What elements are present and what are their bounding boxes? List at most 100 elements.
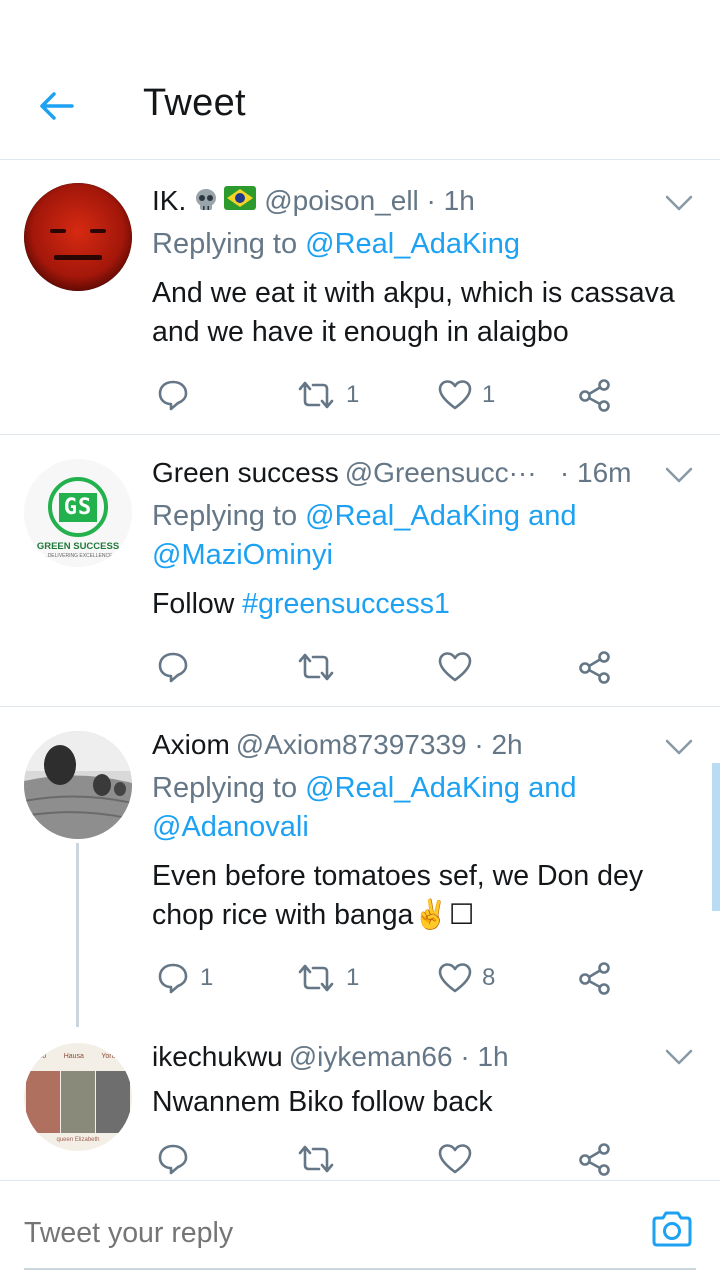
display-name[interactable]: Green success: [152, 457, 339, 488]
mention-link[interactable]: @Real_AdaKing: [305, 500, 520, 532]
like-button[interactable]: [438, 1139, 482, 1179]
skull-emoji: [196, 189, 217, 210]
share-icon: [579, 1143, 610, 1176]
tweet-actions: 1 1: [152, 375, 622, 415]
scrollbar[interactable]: [712, 763, 720, 911]
share-button[interactable]: [578, 375, 612, 415]
retweet-icon: [298, 1145, 334, 1173]
display-name[interactable]: IK.: [152, 185, 186, 216]
display-name[interactable]: Axiom: [152, 729, 230, 760]
tweet-item[interactable]: Axiom @Axiom87397339 · 2h Replying to @Re…: [0, 707, 720, 1027]
like-count: 8: [482, 964, 496, 991]
logo-initials: GS: [58, 492, 98, 522]
tweet-actions: [152, 1139, 622, 1179]
tweet-item[interactable]: Igbo Hausa Yoruba queen Elizabeth ikechu…: [0, 1027, 720, 1180]
mention-link[interactable]: @Adanovali: [152, 811, 309, 843]
avatar-caption: queen Elizabeth: [56, 1137, 100, 1143]
tweet-text: And we eat it with akpu, which is cassav…: [152, 274, 680, 352]
mention-link[interactable]: @Real_AdaKing: [305, 772, 520, 804]
chevron-down-icon[interactable]: [664, 737, 694, 757]
avatar-label: Yoruba: [101, 1053, 124, 1060]
input-underline: [24, 1268, 696, 1270]
page-title: Tweet: [143, 82, 246, 124]
name-emojis: [192, 186, 257, 214]
tweet-item[interactable]: IK. @poison_ell · 1h Replying to @Real_Ad…: [0, 161, 720, 434]
reply-icon: [158, 380, 188, 411]
like-button[interactable]: 1: [438, 375, 495, 415]
hashtag-link[interactable]: #greensuccess1: [242, 588, 450, 620]
avatar[interactable]: [24, 731, 132, 839]
replying-to: Replying to @Real_AdaKing and @MaziOminy…: [152, 497, 680, 575]
reply-count: 1: [200, 964, 214, 991]
replying-to: Replying to @Real_AdaKing and @Adanovali: [152, 769, 680, 847]
reply-button[interactable]: [156, 375, 200, 415]
handle[interactable]: @Axiom87397339: [236, 729, 467, 760]
chevron-down-icon[interactable]: [664, 1047, 694, 1067]
green-success-logo: GS: [48, 477, 108, 537]
like-heart-icon: [438, 1144, 472, 1174]
share-button[interactable]: [578, 958, 612, 998]
share-button[interactable]: [578, 647, 612, 687]
replying-to: Replying to @Real_AdaKing: [152, 225, 680, 264]
retweet-icon: [298, 381, 334, 409]
replying-label: Replying to: [152, 772, 306, 804]
text-line: Follow: [152, 588, 243, 620]
timestamp: · 2h: [474, 729, 523, 760]
avatar[interactable]: GS GREEN SUCCESS ...DELIVERING EXCELLENC…: [24, 459, 132, 567]
reply-button[interactable]: [156, 1139, 200, 1179]
retweet-button[interactable]: 1: [296, 958, 359, 998]
chevron-down-icon[interactable]: [664, 465, 694, 485]
share-icon: [579, 651, 610, 684]
reply-input[interactable]: [24, 1213, 624, 1253]
like-heart-icon: [438, 380, 472, 410]
avatar-collage: Igbo Hausa Yoruba queen Elizabeth: [24, 1043, 132, 1151]
like-button[interactable]: 8: [438, 958, 495, 998]
handle[interactable]: @Greensucc···: [345, 457, 537, 488]
chevron-down-icon[interactable]: [664, 193, 694, 213]
avatar-label: Igbo: [32, 1053, 47, 1060]
replying-and: and: [520, 500, 577, 532]
like-count: 1: [482, 381, 496, 408]
tweet-text: Nwannem Biko follow back: [152, 1083, 680, 1122]
avatar[interactable]: Igbo Hausa Yoruba queen Elizabeth: [24, 1043, 132, 1151]
reply-icon: [158, 963, 188, 994]
reply-button[interactable]: [156, 647, 200, 687]
retweet-button[interactable]: 1: [296, 375, 359, 415]
replying-label: Replying to: [152, 500, 306, 532]
display-name[interactable]: ikechukwu: [152, 1041, 283, 1072]
like-heart-icon: [438, 652, 472, 682]
share-icon: [579, 379, 610, 412]
reply-button[interactable]: 1: [156, 958, 213, 998]
handle[interactable]: @iykeman66: [289, 1041, 453, 1072]
tweet-text: Follow #greensuccess1: [152, 585, 680, 624]
mention-link[interactable]: @Real_AdaKing: [305, 228, 520, 260]
timestamp: · 16m: [559, 457, 632, 488]
retweet-count: 1: [346, 381, 360, 408]
back-arrow-icon: [40, 92, 74, 120]
camera-icon: [652, 1211, 692, 1247]
tweet-meta: ikechukwu @iykeman66 · 1h: [152, 1039, 680, 1075]
camera-button[interactable]: [650, 1209, 694, 1253]
back-button[interactable]: [34, 84, 78, 128]
avatar[interactable]: [24, 183, 132, 291]
tweet-meta: Green success @Greensucc··· · 16m: [152, 455, 680, 491]
neutral-face-avatar-image: [24, 183, 132, 291]
retweet-button[interactable]: [296, 647, 346, 687]
top-app-bar: Tweet: [0, 0, 720, 160]
like-button[interactable]: [438, 647, 482, 687]
handle[interactable]: @poison_ell: [264, 185, 419, 216]
share-icon: [579, 962, 610, 995]
timestamp: · 1h: [460, 1041, 509, 1072]
timestamp: · 1h: [426, 185, 475, 216]
brazil-flag-emoji: [224, 186, 257, 210]
text-line: and we have it enough in alaigbo: [152, 316, 569, 348]
sculpture-avatar-image: [24, 731, 132, 839]
mention-link[interactable]: @MaziOminyi: [152, 539, 333, 571]
like-heart-icon: [438, 963, 472, 993]
tweet-text: Even before tomatoes sef, we Don dey cho…: [152, 857, 680, 935]
share-button[interactable]: [578, 1139, 612, 1179]
retweet-icon: [298, 653, 334, 681]
retweet-button[interactable]: [296, 1139, 346, 1179]
tweet-item[interactable]: GS GREEN SUCCESS ...DELIVERING EXCELLENC…: [0, 435, 720, 706]
replying-and: and: [520, 772, 577, 804]
